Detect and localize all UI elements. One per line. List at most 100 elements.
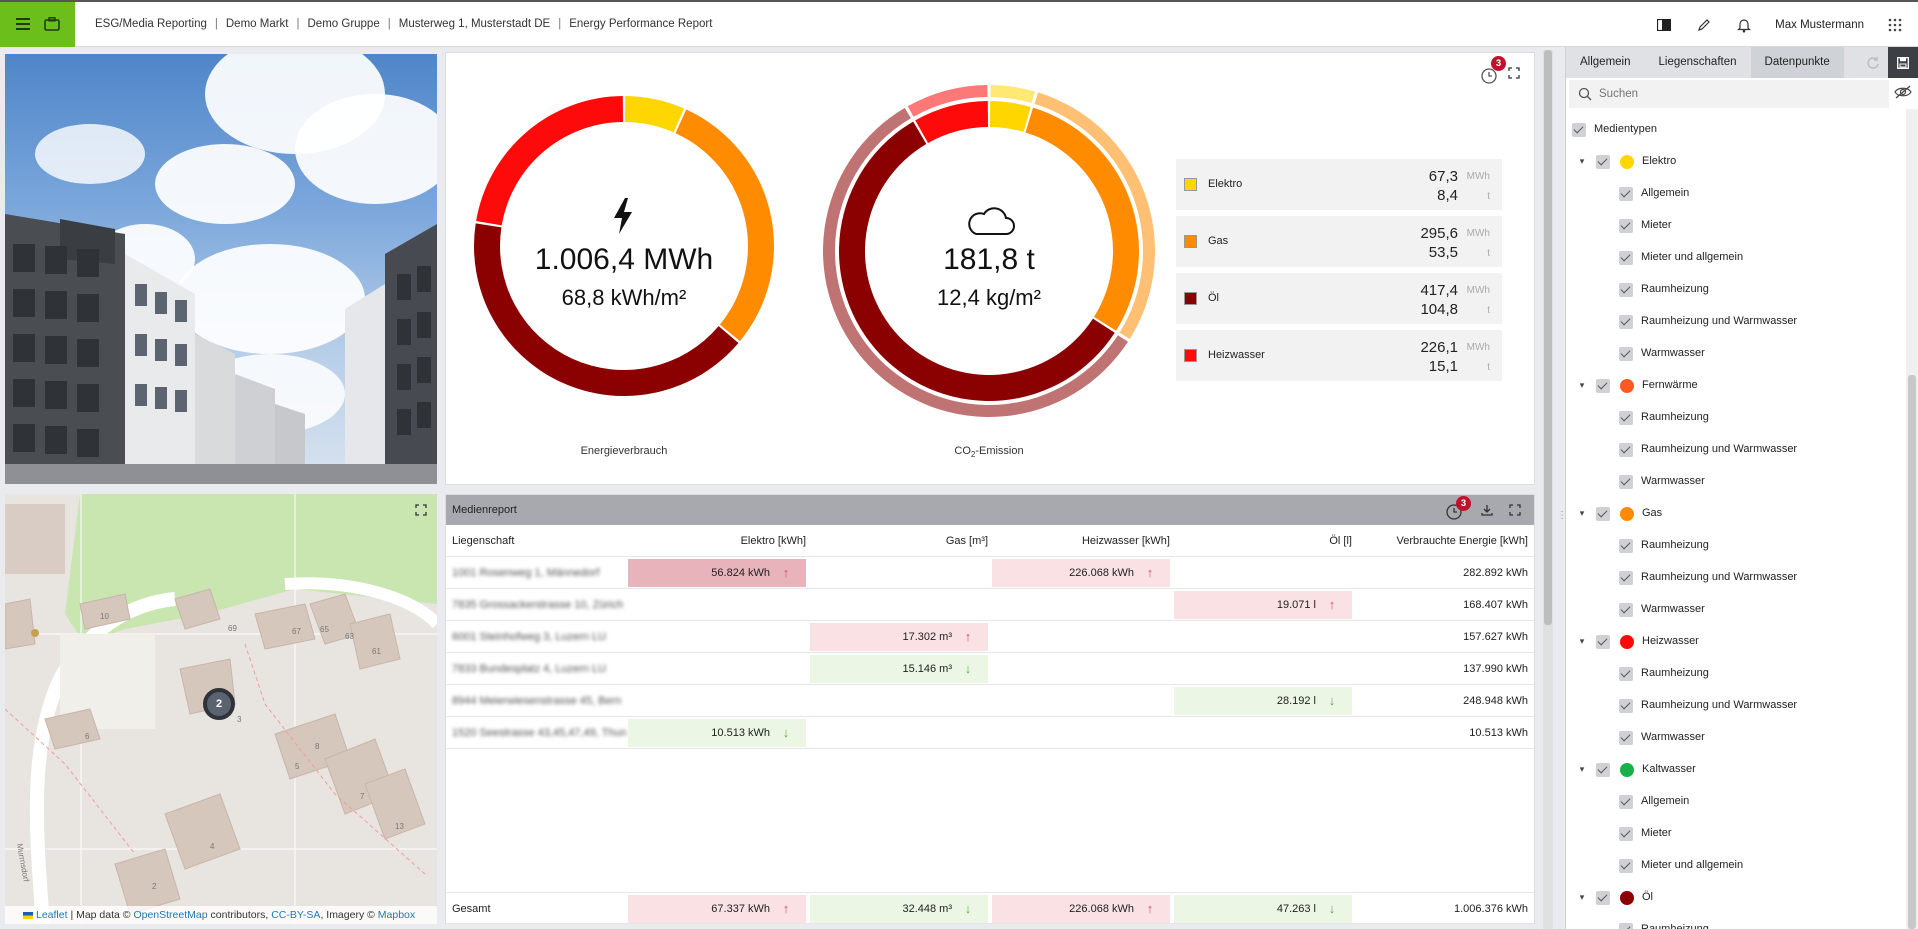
tree-item[interactable]: Raumheizung xyxy=(1566,914,1901,929)
breadcrumb-group[interactable]: Demo Gruppe xyxy=(300,18,388,30)
checkbox[interactable] xyxy=(1619,315,1633,329)
map-view[interactable]: 10 69 67 65 63 61 3 6 8 5 7 13 4 2 Murrn… xyxy=(5,494,437,924)
checkbox[interactable] xyxy=(1619,475,1633,489)
col-header-heizwasser[interactable]: Heizwasser [kWh] xyxy=(1082,535,1170,547)
tab-liegenschaften[interactable]: Liegenschaften xyxy=(1645,47,1751,78)
bell-icon[interactable] xyxy=(1735,16,1753,34)
briefcase-icon[interactable] xyxy=(42,14,62,34)
tree-item[interactable]: Warmwasser xyxy=(1566,338,1901,370)
tree-group[interactable]: ▾ Elektro xyxy=(1566,146,1901,178)
checkbox[interactable] xyxy=(1619,795,1633,809)
chevron-down-icon[interactable]: ▾ xyxy=(1575,634,1589,648)
pencil-icon[interactable] xyxy=(1695,16,1713,34)
tree-item[interactable]: Mieter xyxy=(1566,210,1901,242)
col-header-liegenschaft[interactable]: Liegenschaft xyxy=(452,535,514,547)
donut-segment-elektro[interactable] xyxy=(624,96,685,133)
tree-item[interactable]: Allgemein xyxy=(1566,178,1901,210)
checkbox[interactable] xyxy=(1619,443,1633,457)
table-row[interactable]: 7833 Bundesplatz 4, Luzern LU 15.146 m³ ↓ 1… xyxy=(446,653,1534,685)
table-alerts-button[interactable]: 3 xyxy=(1443,496,1471,523)
chart-fullscreen-icon[interactable] xyxy=(1506,65,1522,81)
checkbox[interactable] xyxy=(1596,635,1610,649)
checkbox[interactable] xyxy=(1619,347,1633,361)
checkbox[interactable] xyxy=(1572,123,1586,137)
layout-toggle-icon[interactable] xyxy=(1655,16,1673,34)
map-pin-icon[interactable] xyxy=(31,629,39,637)
chevron-down-icon[interactable]: ▾ xyxy=(1575,762,1589,776)
property-name[interactable]: 6001 Steinhofweg 3, Luzern LU xyxy=(452,623,606,651)
apps-grid-icon[interactable] xyxy=(1886,16,1904,34)
sidebar-collapse-handle[interactable]: ⋮ xyxy=(1557,510,1567,524)
col-header-elektro[interactable]: Elektro [kWh] xyxy=(741,535,806,547)
col-header-oel[interactable]: Öl [l] xyxy=(1329,535,1352,547)
legend-item-elektro[interactable]: Elektro 67,3 MWh 8,4 t xyxy=(1176,159,1502,210)
checkbox[interactable] xyxy=(1596,891,1610,905)
property-name[interactable]: 7835 Grossackerstrasse 10, Zürich xyxy=(452,591,623,619)
tree-item[interactable]: Warmwasser xyxy=(1566,722,1901,754)
tree-item[interactable]: Mieter und allgemein xyxy=(1566,242,1901,274)
checkbox[interactable] xyxy=(1619,603,1633,617)
breadcrumb-module[interactable]: ESG/Media Reporting xyxy=(87,18,215,30)
tree-group[interactable]: ▾ Kaltwasser xyxy=(1566,754,1901,786)
download-icon[interactable] xyxy=(1479,502,1495,518)
hamburger-menu-icon[interactable] xyxy=(13,14,33,34)
tree-item[interactable]: Raumheizung xyxy=(1566,402,1901,434)
content-scrollbar-thumb[interactable] xyxy=(1544,50,1552,625)
checkbox[interactable] xyxy=(1619,539,1633,553)
checkbox[interactable] xyxy=(1619,283,1633,297)
chevron-down-icon[interactable]: ▾ xyxy=(1575,378,1589,392)
map-cluster-marker[interactable]: 2 xyxy=(203,688,235,720)
breadcrumb-property[interactable]: Musterweg 1, Musterstadt DE xyxy=(391,18,558,30)
osm-link[interactable]: OpenStreetMap xyxy=(133,909,207,921)
mapbox-link[interactable]: Mapbox xyxy=(378,909,415,921)
chevron-down-icon[interactable]: ▾ xyxy=(1575,506,1589,520)
save-icon[interactable] xyxy=(1888,47,1918,78)
legend-item-oel[interactable]: Öl 417,4 MWh 104,8 t xyxy=(1176,273,1502,324)
property-name[interactable]: 1001 Rosenweg 1, Männedorf xyxy=(452,559,599,587)
tab-allgemein[interactable]: Allgemein xyxy=(1566,47,1645,78)
license-link[interactable]: CC-BY-SA xyxy=(271,909,320,921)
checkbox[interactable] xyxy=(1619,859,1633,873)
tree-root[interactable]: Medientypen xyxy=(1566,114,1901,146)
checkbox[interactable] xyxy=(1619,699,1633,713)
tree-item[interactable]: Raumheizung und Warmwasser xyxy=(1566,562,1901,594)
col-header-gas[interactable]: Gas [m³] xyxy=(946,535,988,547)
map-fullscreen-icon[interactable] xyxy=(413,502,429,518)
table-row[interactable]: 8944 Meierwiesenstrasse 45, Bern 28.192 l… xyxy=(446,685,1534,717)
eye-off-icon[interactable] xyxy=(1894,84,1912,100)
breadcrumb-market[interactable]: Demo Markt xyxy=(218,18,297,30)
legend-item-heizwasser[interactable]: Heizwasser 226,1 MWh 15,1 t xyxy=(1176,330,1502,381)
checkbox[interactable] xyxy=(1619,219,1633,233)
search-input[interactable] xyxy=(1569,80,1889,108)
tree-item[interactable]: Raumheizung xyxy=(1566,658,1901,690)
checkbox[interactable] xyxy=(1619,827,1633,841)
donut-segment-elektro[interactable] xyxy=(989,101,1031,132)
table-row[interactable]: 1520 Seestrasse 43,45,47,49, Thun 10.513 … xyxy=(446,717,1534,749)
alerts-button[interactable]: 3 xyxy=(1478,56,1506,85)
property-name[interactable]: 7833 Bundesplatz 4, Luzern LU xyxy=(452,655,606,683)
property-name[interactable]: 8944 Meierwiesenstrasse 45, Bern xyxy=(452,687,621,715)
legend-item-gas[interactable]: Gas 295,6 MWh 53,5 t xyxy=(1176,216,1502,267)
tree-item[interactable]: Raumheizung und Warmwasser xyxy=(1566,434,1901,466)
col-header-energie[interactable]: Verbrauchte Energie [kWh] xyxy=(1397,535,1528,547)
tree-group[interactable]: ▾ Fernwärme xyxy=(1566,370,1901,402)
tree-group[interactable]: ▾ Gas xyxy=(1566,498,1901,530)
checkbox[interactable] xyxy=(1596,763,1610,777)
tree-item[interactable]: Raumheizung xyxy=(1566,274,1901,306)
user-name[interactable]: Max Mustermann xyxy=(1775,19,1864,31)
refresh-icon[interactable] xyxy=(1858,47,1888,78)
checkbox[interactable] xyxy=(1596,155,1610,169)
table-row[interactable]: 7835 Grossackerstrasse 10, Zürich 19.071 … xyxy=(446,589,1534,621)
tree-item[interactable]: Warmwasser xyxy=(1566,466,1901,498)
tree-group[interactable]: ▾ Öl xyxy=(1566,882,1901,914)
tree-item[interactable]: Warmwasser xyxy=(1566,594,1901,626)
table-fullscreen-icon[interactable] xyxy=(1507,502,1523,518)
donut-segment-heizwasser[interactable] xyxy=(476,96,624,226)
checkbox[interactable] xyxy=(1619,923,1633,929)
tree-item[interactable]: Mieter xyxy=(1566,818,1901,850)
checkbox[interactable] xyxy=(1619,667,1633,681)
tree-group[interactable]: ▾ Heizwasser xyxy=(1566,626,1901,658)
tree-item[interactable]: Mieter und allgemein xyxy=(1566,850,1901,882)
chevron-down-icon[interactable]: ▾ xyxy=(1575,154,1589,168)
tab-datenpunkte[interactable]: Datenpunkte xyxy=(1750,47,1844,78)
